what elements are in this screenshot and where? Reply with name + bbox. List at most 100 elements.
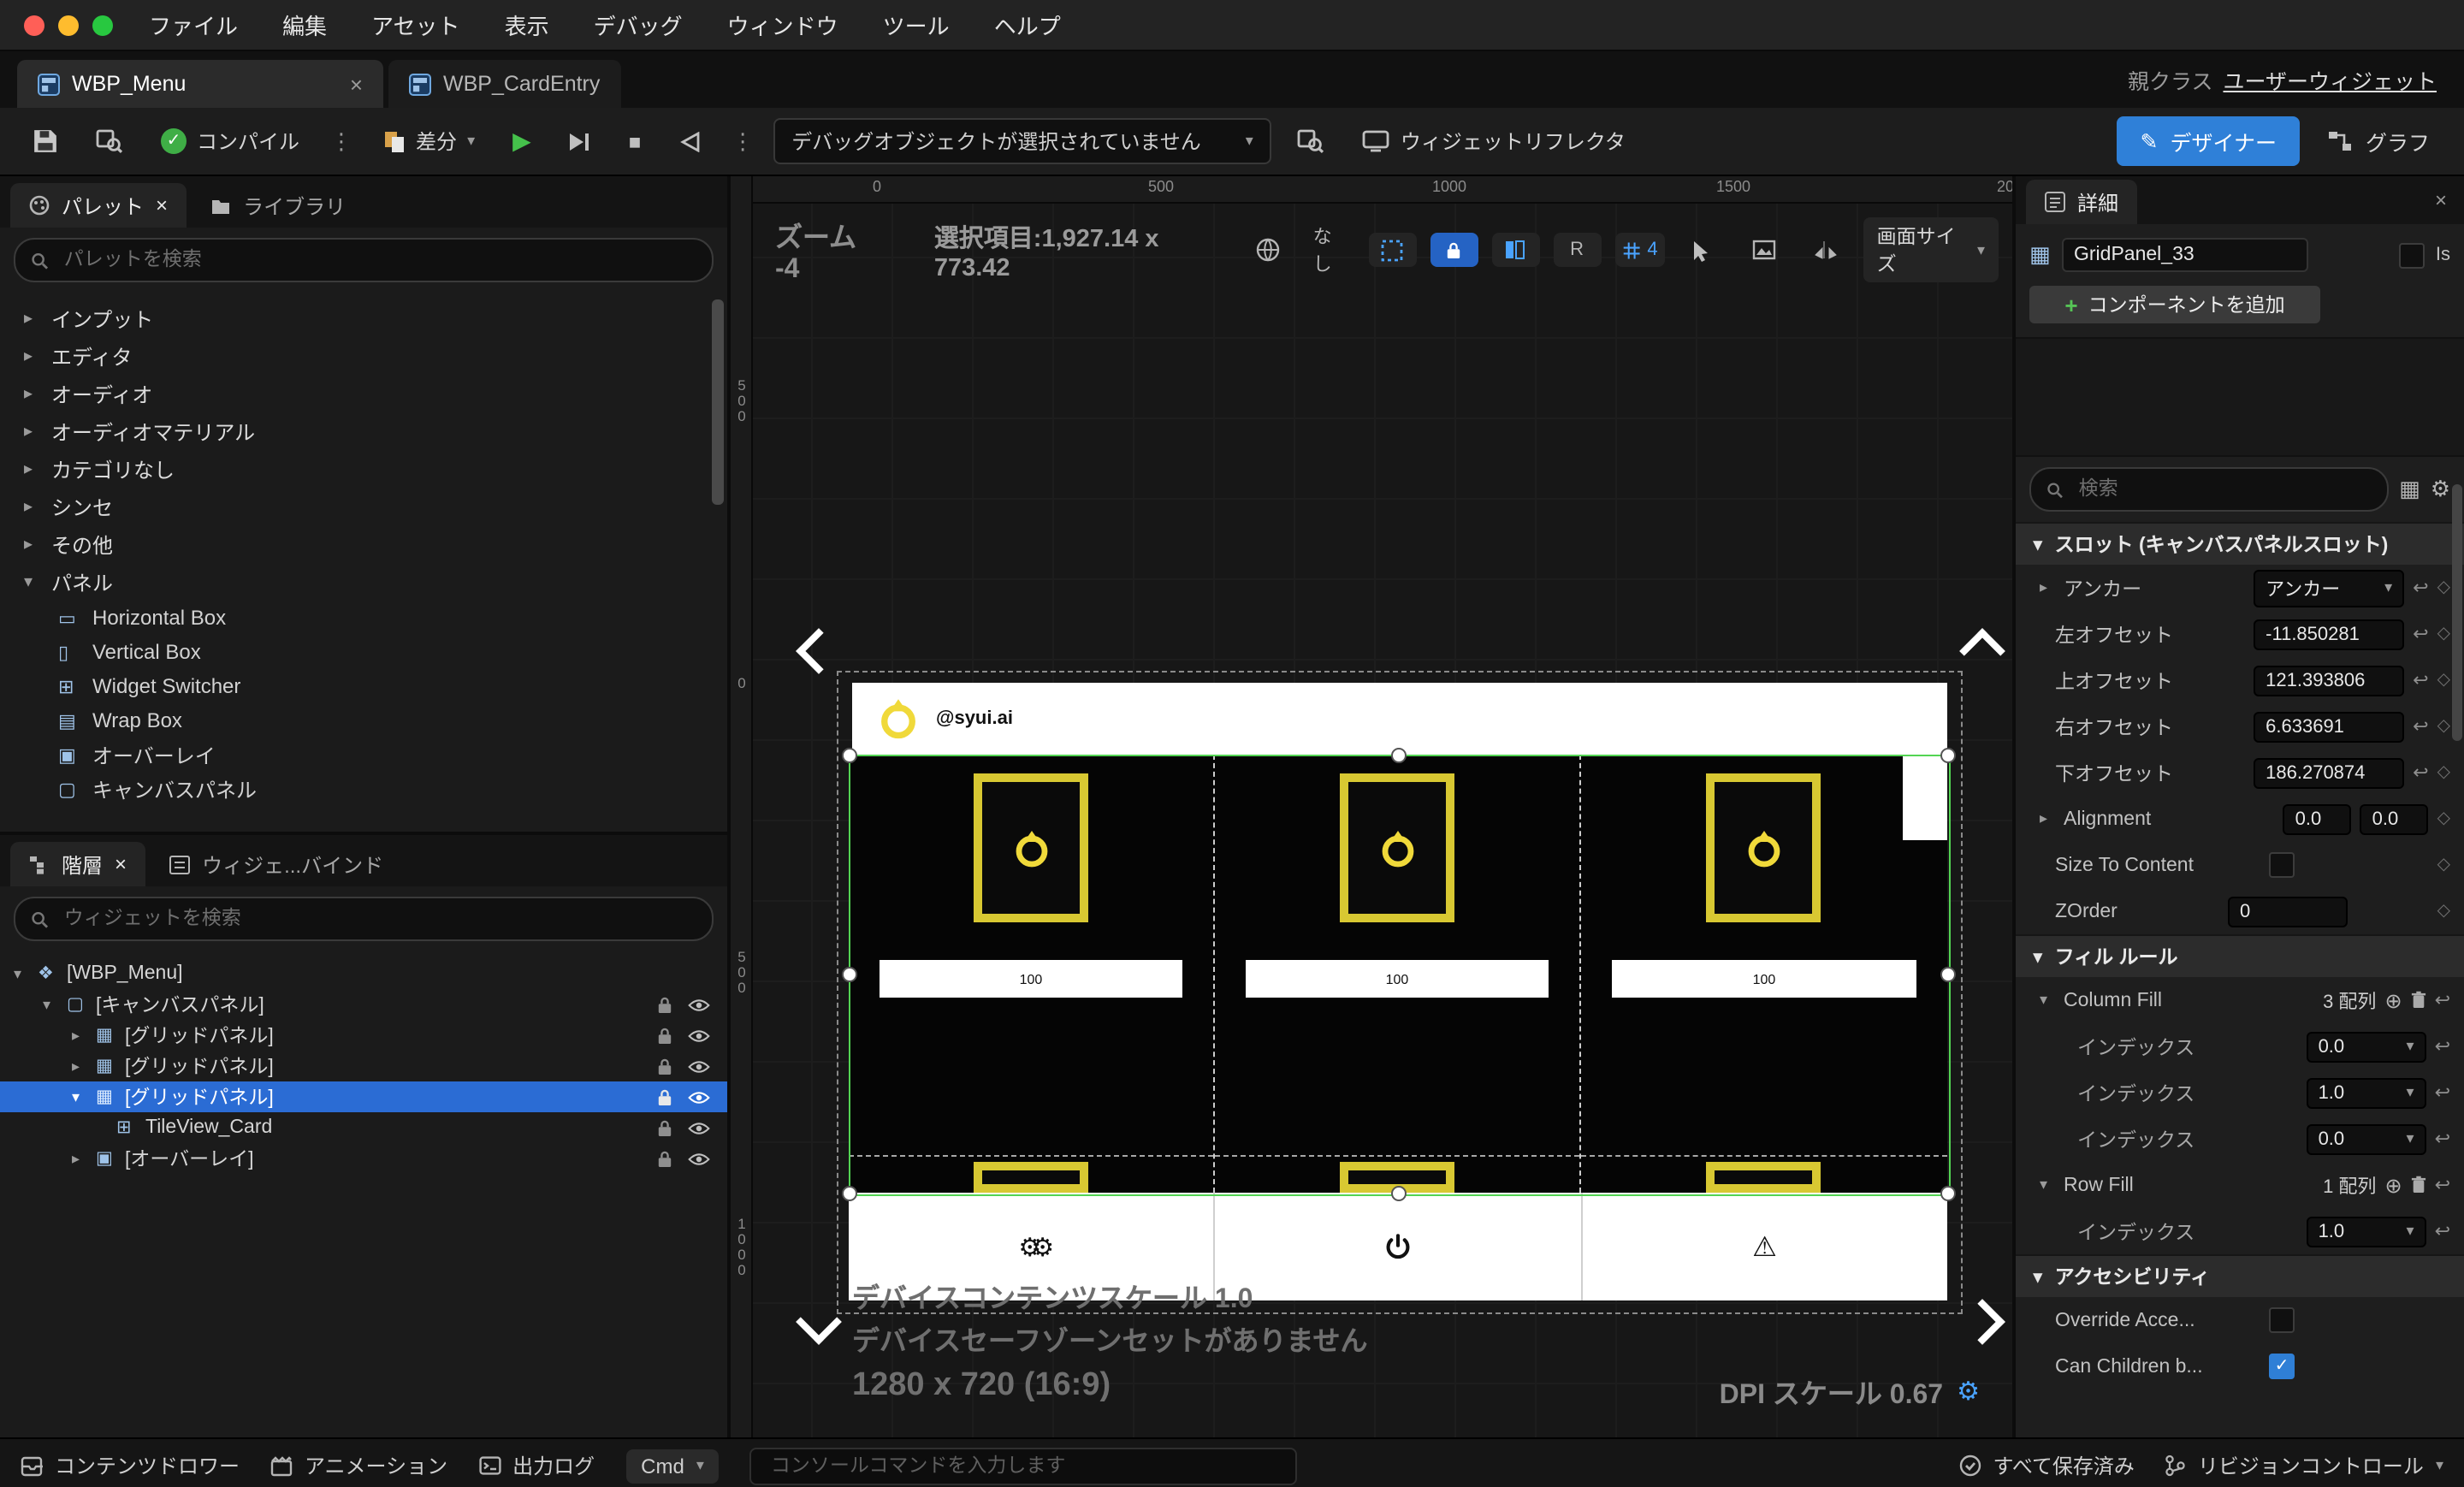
bind-diamond-icon[interactable]: ◇	[2437, 902, 2450, 921]
menu-debug[interactable]: デバッグ	[572, 9, 705, 41]
revert-icon[interactable]: ↩	[2413, 761, 2428, 784]
chevron-down-icon[interactable]: ▾	[14, 964, 29, 983]
palette-category-editor[interactable]: ▸ エディタ	[0, 337, 727, 375]
chevron-right-icon[interactable]: ▸	[24, 384, 41, 403]
grid-snap-toggle[interactable]: 4	[1614, 233, 1665, 267]
revert-icon[interactable]: ↩	[2435, 1128, 2450, 1150]
size-to-content-checkbox[interactable]	[2269, 852, 2295, 878]
details-scrollbar[interactable]	[2452, 484, 2462, 741]
frame-skip-button[interactable]	[557, 124, 603, 158]
play-button[interactable]: ▶	[500, 120, 543, 163]
chevron-right-icon[interactable]: ▸	[72, 1149, 87, 1168]
chevron-down-icon[interactable]: ▾	[43, 995, 58, 1014]
widget-name-input[interactable]	[2062, 238, 2308, 272]
eye-icon[interactable]	[688, 997, 710, 1012]
revert-icon[interactable]: ↩	[2435, 1081, 2450, 1104]
cmd-dropdown[interactable]: Cmd ▾	[625, 1448, 720, 1483]
eye-icon[interactable]	[688, 1120, 710, 1135]
revert-icon[interactable]: ↩	[2413, 623, 2428, 645]
compile-options-icon[interactable]: ⋮	[325, 127, 358, 155]
eye-icon[interactable]	[688, 1151, 710, 1166]
dpi-settings-icon[interactable]: ⚙	[1957, 1376, 1980, 1407]
stop-button[interactable]: ■	[617, 122, 654, 160]
offset-bottom-input[interactable]: 186.270874	[2254, 757, 2405, 788]
zorder-input[interactable]: 0	[2228, 896, 2348, 927]
revert-icon[interactable]: ↩	[2435, 1174, 2450, 1196]
browse-debug-button[interactable]	[1286, 121, 1337, 161]
palette-category-audio[interactable]: ▸ オーディオ	[0, 375, 727, 412]
alignment-x-input[interactable]: 0.0	[2283, 803, 2352, 834]
column-index-2-dropdown[interactable]: 0.0 ▾	[2306, 1123, 2426, 1154]
add-element-icon[interactable]: ⊕	[2384, 1173, 2402, 1197]
revert-icon[interactable]: ↩	[2435, 1035, 2450, 1057]
palette-search-input[interactable]	[60, 248, 696, 272]
revert-icon[interactable]: ↩	[2435, 989, 2450, 1011]
menu-file[interactable]: ファイル	[127, 9, 260, 41]
minimize-window-button[interactable]	[58, 15, 79, 35]
hierarchy-row-gridpanel-3-selected[interactable]: ▾ ▦ [グリッドパネル]	[0, 1081, 727, 1112]
menu-asset[interactable]: アセット	[349, 9, 483, 41]
add-element-icon[interactable]: ⊕	[2384, 988, 2402, 1012]
is-variable-checkbox[interactable]	[2399, 242, 2426, 268]
chevron-right-icon[interactable]: ▸	[24, 347, 41, 365]
browse-asset-button[interactable]	[84, 121, 135, 161]
hierarchy-row-wbp-menu[interactable]: ▾ ❖ [WBP_Menu]	[0, 958, 727, 989]
palette-item-vertical-box[interactable]: ▯ Vertical Box	[0, 635, 727, 669]
tab-details[interactable]: 詳細	[2026, 180, 2138, 224]
content-drawer-button[interactable]: コンテンツドロワー	[21, 1451, 240, 1480]
lock-icon[interactable]	[657, 1087, 672, 1106]
preview-background-button[interactable]	[1245, 233, 1293, 267]
palette-category-input[interactable]: ▸ インプット	[0, 299, 727, 337]
bind-diamond-icon[interactable]: ◇	[2437, 856, 2450, 874]
layout-toggle[interactable]	[1491, 233, 1540, 267]
chevron-right-icon[interactable]: ▸	[24, 535, 41, 554]
hierarchy-row-canvas[interactable]: ▾ ▢ [キャンバスパネル]	[0, 989, 727, 1020]
chevron-right-icon[interactable]: ▸	[2040, 809, 2055, 828]
play-options-icon[interactable]: ⋮	[726, 127, 759, 155]
hierarchy-row-overlay[interactable]: ▸ ▣ [オーバーレイ]	[0, 1143, 727, 1174]
palette-category-panel[interactable]: ▾ パネル	[0, 563, 727, 601]
chevron-right-icon[interactable]: ▸	[24, 309, 41, 328]
preview-none-button[interactable]: なし	[1306, 228, 1354, 275]
chevron-down-icon[interactable]: ▾	[2040, 991, 2055, 1010]
details-search[interactable]	[2029, 467, 2390, 512]
tab-wbp-menu[interactable]: WBP_Menu ×	[17, 60, 383, 108]
tab-hierarchy[interactable]: 階層 ×	[10, 842, 146, 886]
bind-diamond-icon[interactable]: ◇	[2437, 717, 2450, 736]
section-fill-rules[interactable]: ▾ フィル ルール	[2016, 934, 2464, 977]
section-slot[interactable]: ▾ スロット (キャンバスパネルスロット)	[2016, 522, 2464, 565]
tile-grid-scrollbar[interactable]	[1903, 755, 1947, 840]
palette-scrollbar[interactable]	[712, 299, 724, 505]
widget-reflector-button[interactable]: ウィジェットリフレクタ	[1351, 120, 1638, 163]
bind-diamond-icon[interactable]: ◇	[2437, 809, 2450, 828]
chevron-down-icon[interactable]: ▾	[2040, 1176, 2055, 1194]
palette-category-synth[interactable]: ▸ シンセ	[0, 488, 727, 525]
lock-icon[interactable]	[657, 1149, 672, 1168]
property-matrix-icon[interactable]: ▦	[2399, 476, 2420, 503]
resize-handle-se[interactable]	[1940, 1186, 1956, 1201]
designer-viewport[interactable]: 0 500 1000 1500 200 500 0 500 1000 ズーム -…	[731, 176, 2012, 1437]
palette-category-audiomaterial[interactable]: ▸ オーディオマテリアル	[0, 412, 727, 450]
lock-icon[interactable]	[657, 995, 672, 1014]
output-log-button[interactable]: 出力ログ	[478, 1451, 595, 1480]
rotate-grip-nw[interactable]	[796, 628, 842, 674]
aspect-button[interactable]	[1740, 233, 1788, 267]
lock-icon[interactable]	[657, 1118, 672, 1137]
lock-viewport-toggle[interactable]	[1430, 233, 1478, 267]
chevron-right-icon[interactable]: ▸	[24, 422, 41, 441]
palette-category-other[interactable]: ▸ その他	[0, 525, 727, 563]
respect-locks-toggle[interactable]: R	[1553, 233, 1602, 267]
lock-icon[interactable]	[657, 1057, 672, 1075]
zoom-window-button[interactable]	[92, 15, 113, 35]
palette-item-wrap-box[interactable]: ▤ Wrap Box	[0, 703, 727, 738]
bind-diamond-icon[interactable]: ◇	[2437, 671, 2450, 690]
override-accessible-checkbox[interactable]	[2269, 1307, 2295, 1333]
close-tab-icon[interactable]: ×	[350, 71, 363, 97]
offset-left-input[interactable]: -11.850281	[2254, 619, 2405, 649]
compile-button[interactable]: ✓ コンパイル	[149, 120, 311, 163]
resize-handle-n[interactable]	[1391, 748, 1407, 763]
hierarchy-row-gridpanel-2[interactable]: ▸ ▦ [グリッドパネル]	[0, 1051, 727, 1081]
diff-button[interactable]: 差分 ▾	[371, 120, 487, 163]
rotate-grip-se[interactable]	[1959, 1299, 2005, 1345]
hierarchy-row-gridpanel-1[interactable]: ▸ ▦ [グリッドパネル]	[0, 1020, 727, 1051]
